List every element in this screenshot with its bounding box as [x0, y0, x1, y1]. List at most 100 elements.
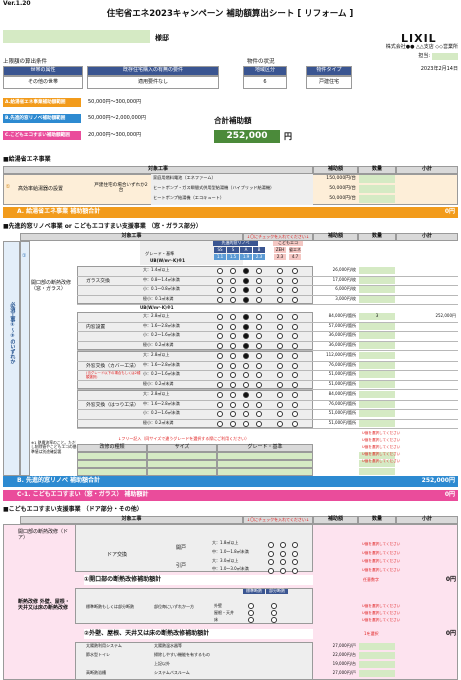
radio-3-3-0[interactable] [217, 420, 223, 427]
radio-0-3-4[interactable] [277, 296, 283, 303]
radio-2-2-5[interactable] [292, 372, 298, 378]
radio-2-1-5[interactable] [292, 362, 298, 369]
radio-3-3-5[interactable] [292, 420, 298, 427]
double-circle-radio-1-2-2[interactable] [243, 333, 249, 339]
cond-v4[interactable]: 戸建住宅 [306, 76, 352, 89]
door-radio-1-1[interactable] [280, 550, 286, 557]
cond-v1[interactable]: その他の世帯 [3, 76, 83, 89]
radio-0-1-1[interactable] [230, 277, 236, 284]
radio-3-2-4[interactable] [277, 411, 283, 417]
s2-qty-2-1[interactable] [359, 361, 395, 369]
radio-3-0-1[interactable] [230, 392, 236, 398]
radio-2-0-4[interactable] [277, 353, 283, 359]
radio-1-1-1[interactable] [230, 323, 236, 330]
customer-name-field[interactable] [3, 30, 150, 43]
double-circle-radio-1-0-2[interactable] [243, 314, 249, 320]
radio-2-2-1[interactable] [230, 372, 236, 378]
radio-3-0-3[interactable] [256, 392, 262, 398]
double-circle-radio-1-1-2[interactable] [243, 323, 249, 330]
s2-qty-1-1[interactable] [359, 322, 395, 330]
radio-2-3-3[interactable] [256, 381, 262, 388]
radio-1-3-5[interactable] [292, 342, 298, 349]
s2-qty-3-3[interactable] [359, 419, 395, 427]
double-circle-radio-0-0-2[interactable] [243, 268, 249, 274]
double-circle-radio-0-3-2[interactable] [243, 296, 249, 303]
radio-1-3-0[interactable] [217, 342, 223, 349]
radio-0-1-4[interactable] [277, 277, 283, 284]
s2-qty-3-0[interactable] [359, 391, 395, 398]
radio-3-2-0[interactable] [217, 411, 223, 417]
s2-qty-3-1[interactable] [359, 400, 395, 408]
double-circle-radio-1-3-2[interactable] [243, 342, 249, 349]
radio-2-0-1[interactable] [230, 353, 236, 359]
door-radio-0-2[interactable] [292, 542, 298, 548]
s2-free-grade-0[interactable] [217, 452, 313, 460]
radio-2-2-0[interactable] [217, 372, 223, 378]
radio-3-3-1[interactable] [230, 420, 236, 427]
radio-3-1-2[interactable] [243, 401, 249, 408]
radio-1-0-1[interactable] [230, 314, 236, 320]
s1-qty-2[interactable] [359, 195, 395, 203]
radio-2-3-0[interactable] [217, 381, 223, 388]
radio-1-3-1[interactable] [230, 342, 236, 349]
radio-2-1-4[interactable] [277, 362, 283, 369]
door-radio-2-2[interactable] [292, 559, 298, 565]
radio-0-1-5[interactable] [292, 277, 298, 284]
s2-qty-0-1[interactable] [359, 276, 395, 284]
radio-2-0-0[interactable] [217, 353, 223, 359]
s1-qty-0[interactable] [359, 175, 395, 183]
radio-0-2-0[interactable] [217, 287, 223, 293]
s2-free-size-0[interactable] [147, 452, 217, 460]
radio-3-1-4[interactable] [277, 401, 283, 408]
radio-3-1-0[interactable] [217, 401, 223, 408]
radio-1-3-4[interactable] [277, 342, 283, 349]
s2-free-size-1[interactable] [147, 460, 217, 468]
double-circle-radio-0-2-2[interactable] [243, 287, 249, 293]
radio-0-2-3[interactable] [256, 287, 262, 293]
s2-free-size-2[interactable] [147, 468, 217, 476]
radio-0-1-0[interactable] [217, 277, 223, 284]
door-radio-2-1[interactable] [280, 559, 286, 565]
cond-v3[interactable]: 6 [243, 76, 287, 89]
radio-3-2-5[interactable] [292, 411, 298, 417]
radio-0-3-3[interactable] [256, 296, 262, 303]
radio-0-3-5[interactable] [292, 296, 298, 303]
radio-1-1-4[interactable] [277, 323, 283, 330]
ins-part-radio-2[interactable] [271, 617, 277, 623]
s2-qty-2-2[interactable] [359, 371, 395, 378]
s2-qty-3-2[interactable] [359, 410, 395, 417]
door-radio-3-0[interactable] [268, 567, 274, 574]
ins-std-radio-1[interactable] [248, 610, 254, 616]
s2-free-qty-2[interactable] [359, 468, 395, 475]
radio-2-1-0[interactable] [217, 362, 223, 369]
radio-3-1-5[interactable] [292, 401, 298, 408]
s2-qty-1-2[interactable] [359, 332, 395, 339]
radio-1-2-0[interactable] [217, 333, 223, 339]
radio-3-3-3[interactable] [256, 420, 262, 427]
radio-3-2-2[interactable] [243, 411, 249, 417]
s2-free-kind-1[interactable] [77, 460, 147, 468]
s2-qty-0-2[interactable] [359, 286, 395, 293]
door-radio-3-1[interactable] [280, 567, 286, 574]
radio-2-1-1[interactable] [230, 362, 236, 369]
radio-3-1-1[interactable] [230, 401, 236, 408]
radio-3-0-0[interactable] [217, 392, 223, 398]
double-circle-radio-0-1-2[interactable] [243, 277, 249, 284]
radio-1-1-3[interactable] [256, 323, 262, 330]
s3-i3-qty-1[interactable] [359, 652, 395, 659]
door-radio-0-1[interactable] [280, 542, 286, 548]
double-circle-radio-3-0-2[interactable] [243, 392, 249, 398]
radio-1-0-3[interactable] [256, 314, 262, 320]
door-radio-3-2[interactable] [292, 567, 298, 574]
radio-0-2-4[interactable] [277, 287, 283, 293]
radio-2-3-5[interactable] [292, 381, 298, 388]
s2-qty-2-0[interactable] [359, 352, 395, 359]
radio-0-0-5[interactable] [292, 268, 298, 274]
radio-2-3-1[interactable] [230, 381, 236, 388]
radio-1-1-0[interactable] [217, 323, 223, 330]
radio-3-1-3[interactable] [256, 401, 262, 408]
radio-1-0-5[interactable] [292, 314, 298, 320]
radio-1-1-5[interactable] [292, 323, 298, 330]
radio-2-2-4[interactable] [277, 372, 283, 378]
radio-3-2-1[interactable] [230, 411, 236, 417]
